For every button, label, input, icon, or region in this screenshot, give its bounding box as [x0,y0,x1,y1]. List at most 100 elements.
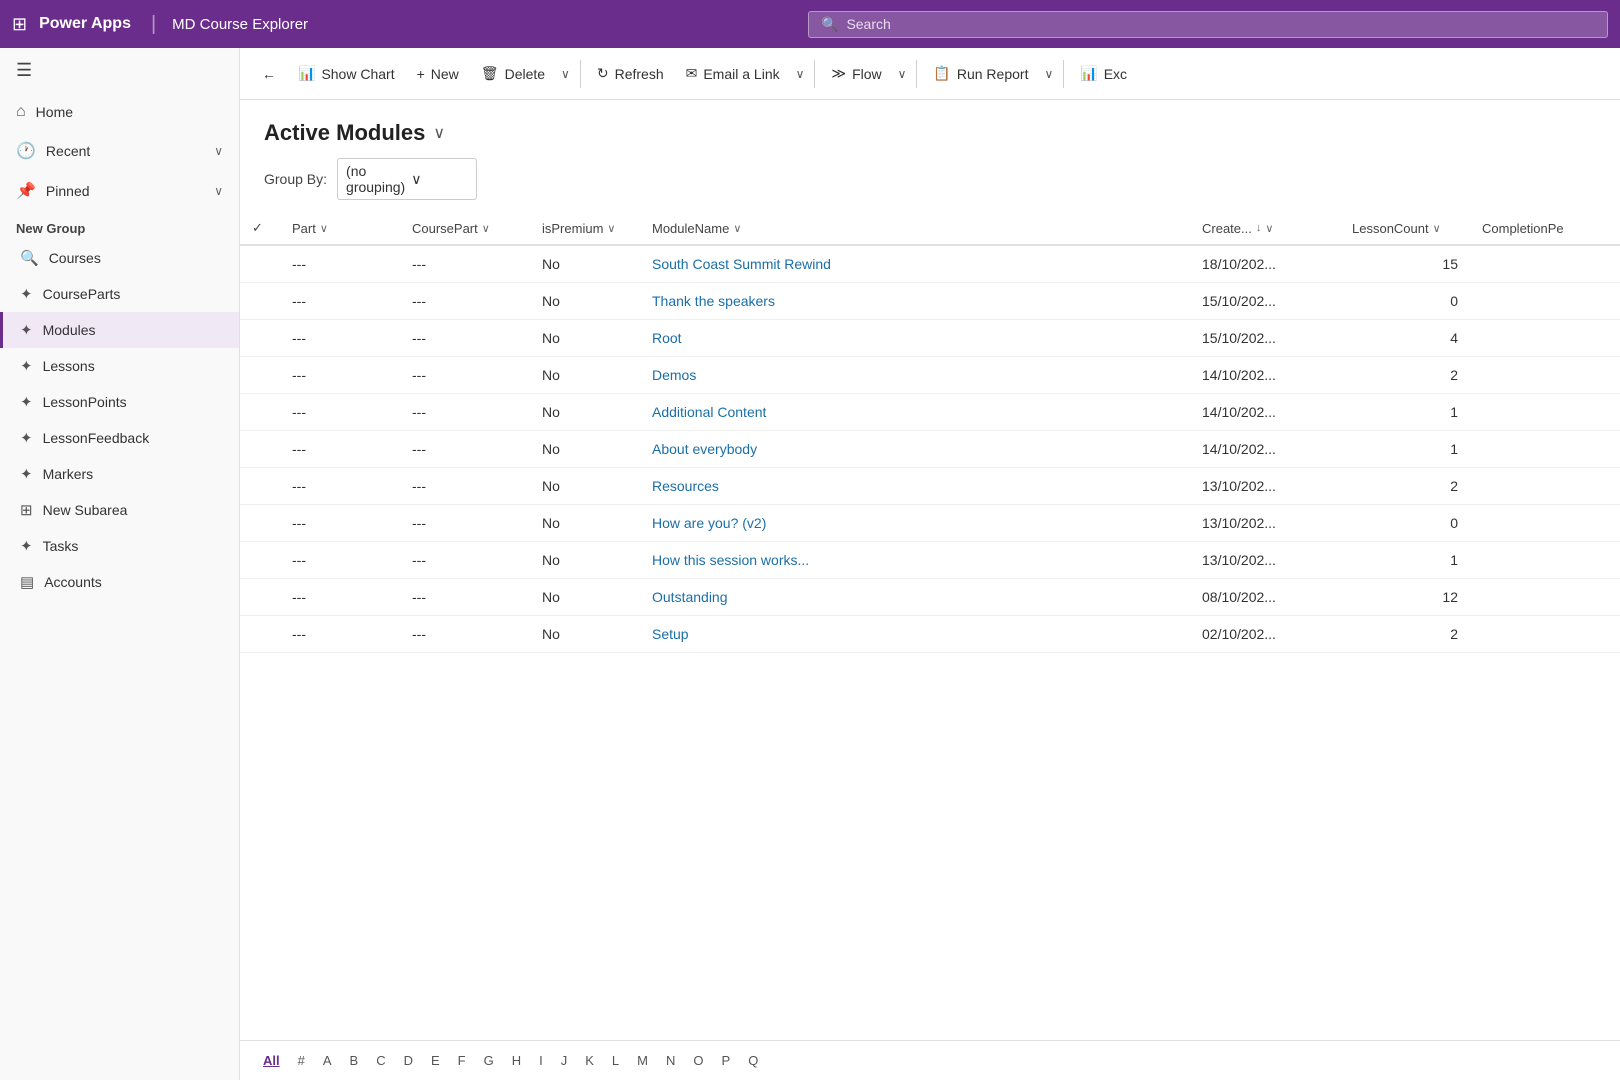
table-row[interactable]: --- --- No Outstanding 08/10/202... 12 [240,579,1620,616]
col-completionpe[interactable]: CompletionPe [1470,212,1620,245]
delete-more-button[interactable]: ∨ [557,61,574,87]
table-row[interactable]: --- --- No South Coast Summit Rewind 18/… [240,245,1620,283]
row-check[interactable] [240,320,280,357]
row-modulename[interactable]: Resources [640,468,1190,505]
table-row[interactable]: --- --- No Root 15/10/202... 4 [240,320,1620,357]
row-check[interactable] [240,431,280,468]
row-modulename[interactable]: About everybody [640,431,1190,468]
row-check[interactable] [240,579,280,616]
row-check[interactable] [240,357,280,394]
pagination-letter[interactable]: D [397,1049,420,1072]
search-bar[interactable]: 🔍 [808,11,1608,38]
col-part[interactable]: Part ∨ [280,212,400,245]
table-row[interactable]: --- --- No Additional Content 14/10/202.… [240,394,1620,431]
row-part: --- [280,579,400,616]
run-report-button[interactable]: 📋 Run Report [923,59,1038,88]
new-group-label: New Group [0,211,239,240]
flow-more-button[interactable]: ∨ [894,61,911,87]
new-button[interactable]: + New [407,60,469,88]
sidebar-item-lessonfeedback[interactable]: ✦ LessonFeedback [0,420,239,456]
tasks-icon: ✦ [20,537,33,555]
row-modulename[interactable]: Thank the speakers [640,283,1190,320]
sidebar-item-lessonpoints[interactable]: ✦ LessonPoints [0,384,239,420]
sidebar-item-markers[interactable]: ✦ Markers [0,456,239,492]
row-modulename[interactable]: How are you? (v2) [640,505,1190,542]
col-created[interactable]: Create... ↓ ∨ [1190,212,1340,245]
pagination-letter[interactable]: M [630,1049,655,1072]
col-ispremium[interactable]: isPremium ∨ [530,212,640,245]
pagination-letter[interactable]: C [369,1049,392,1072]
page-title-chevron-icon[interactable]: ∨ [433,123,445,143]
sidebar-item-recent[interactable]: 🕐 Recent ∨ [0,131,239,171]
table-row[interactable]: --- --- No Setup 02/10/202... 2 [240,616,1620,653]
delete-button[interactable]: 🗑 Delete [471,59,555,88]
grid-icon[interactable]: ⊞ [12,14,27,35]
row-modulename[interactable]: Setup [640,616,1190,653]
email-more-button[interactable]: ∨ [792,61,809,87]
back-button[interactable]: ← [252,60,286,88]
pagination-letter[interactable]: F [451,1049,473,1072]
row-modulename[interactable]: Additional Content [640,394,1190,431]
pagination-letter[interactable]: G [477,1049,501,1072]
row-modulename[interactable]: Demos [640,357,1190,394]
sidebar-item-lessons[interactable]: ✦ Lessons [0,348,239,384]
col-modulename[interactable]: ModuleName ∨ [640,212,1190,245]
pagination-letter[interactable]: # [291,1049,312,1072]
pagination-letter[interactable]: O [686,1049,710,1072]
table-row[interactable]: --- --- No About everybody 14/10/202... … [240,431,1620,468]
chevron-down-icon: ∨ [411,171,468,188]
sidebar-item-courseparts[interactable]: ✦ CourseParts [0,276,239,312]
show-chart-button[interactable]: 📊 Show Chart [288,59,405,88]
sidebar-item-tasks[interactable]: ✦ Tasks [0,528,239,564]
pagination-letter[interactable]: P [715,1049,738,1072]
sidebar-item-home[interactable]: ⌂ Home [0,93,239,131]
pagination-letter[interactable]: E [424,1049,447,1072]
pagination-letter[interactable]: I [532,1049,550,1072]
row-check[interactable] [240,394,280,431]
refresh-button[interactable]: ↻ Refresh [587,59,674,88]
row-modulename[interactable]: Outstanding [640,579,1190,616]
row-ispremium: No [530,579,640,616]
col-check[interactable]: ✓ [240,212,280,245]
row-check[interactable] [240,616,280,653]
pagination-letter[interactable]: A [316,1049,339,1072]
row-check[interactable] [240,542,280,579]
row-check[interactable] [240,468,280,505]
sidebar-item-modules[interactable]: ✦ Modules [0,312,239,348]
table-row[interactable]: --- --- No Thank the speakers 15/10/202.… [240,283,1620,320]
pagination-letter[interactable]: L [605,1049,626,1072]
row-modulename[interactable]: Root [640,320,1190,357]
row-check[interactable] [240,283,280,320]
sidebar-item-pinned[interactable]: 📌 Pinned ∨ [0,171,239,211]
row-modulename[interactable]: How this session works... [640,542,1190,579]
table-row[interactable]: --- --- No How are you? (v2) 13/10/202..… [240,505,1620,542]
sidebar-item-accounts[interactable]: ▤ Accounts [0,564,239,600]
col-lessoncount[interactable]: LessonCount ∨ [1340,212,1470,245]
row-completionpe [1470,357,1620,394]
run-report-more-button[interactable]: ∨ [1040,61,1057,87]
table-row[interactable]: --- --- No Demos 14/10/202... 2 [240,357,1620,394]
row-check[interactable] [240,245,280,283]
pagination-letter[interactable]: B [343,1049,366,1072]
col-coursepart[interactable]: CoursePart ∨ [400,212,530,245]
sidebar-item-courses[interactable]: 🔍 Courses [0,240,239,276]
email-link-button[interactable]: ✉ Email a Link [676,59,790,88]
table-row[interactable]: --- --- No How this session works... 13/… [240,542,1620,579]
pagination-letter[interactable]: All [256,1049,287,1072]
group-by-select[interactable]: (no grouping) ∨ [337,158,477,200]
pagination-letter[interactable]: N [659,1049,682,1072]
excel-button[interactable]: 📊 Exc [1070,59,1137,88]
pagination-letter[interactable]: K [578,1049,601,1072]
sidebar-item-newsubarea[interactable]: ⊞ New Subarea [0,492,239,528]
pagination-letter[interactable]: Q [741,1049,765,1072]
pin-icon: 📌 [16,181,36,201]
row-coursepart: --- [400,320,530,357]
row-check[interactable] [240,505,280,542]
pagination-letter[interactable]: J [554,1049,575,1072]
pagination-letter[interactable]: H [505,1049,528,1072]
hamburger-icon[interactable]: ☰ [16,60,32,80]
table-row[interactable]: --- --- No Resources 13/10/202... 2 [240,468,1620,505]
row-modulename[interactable]: South Coast Summit Rewind [640,245,1190,283]
flow-button[interactable]: ≫ Flow [821,59,891,88]
search-input[interactable] [846,16,1595,32]
